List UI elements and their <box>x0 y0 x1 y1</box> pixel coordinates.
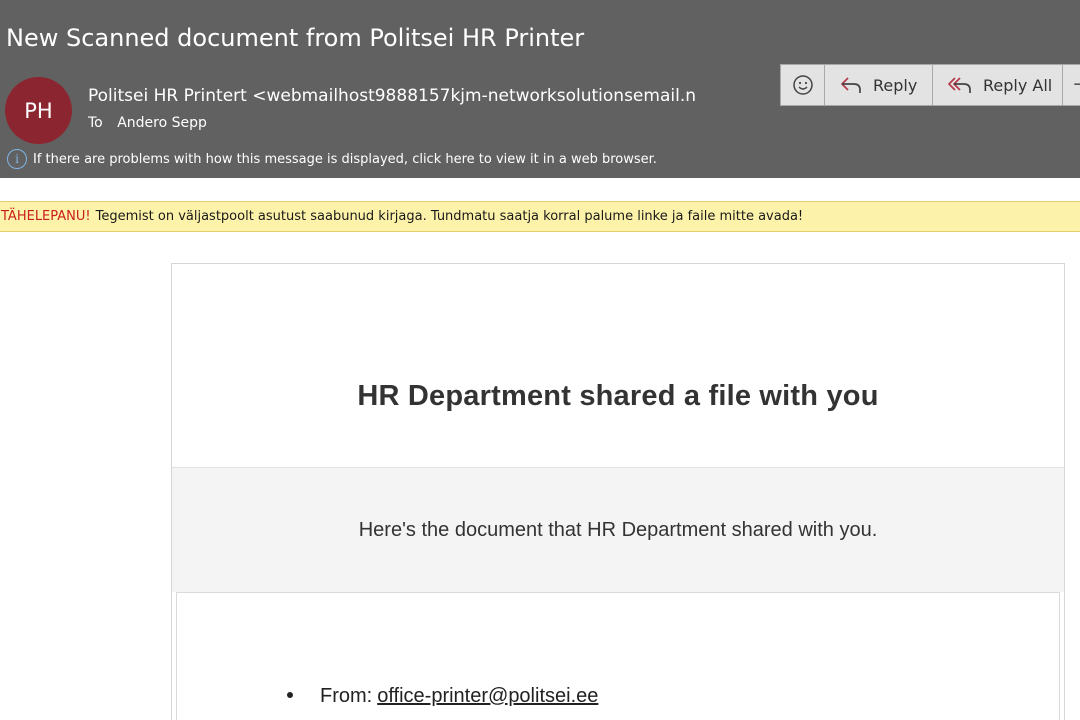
message-actions: Reply Reply All <box>780 64 1080 106</box>
reply-all-label: Reply All <box>983 75 1053 95</box>
avatar-initials: PH <box>24 98 53 123</box>
recipient-line: To Andero Sepp <box>88 115 207 131</box>
warning-label: TÄHELEPANU! <box>1 209 91 224</box>
list-item: From: office-printer@politsei.ee <box>287 685 598 717</box>
file-details-panel: From: office-printer@politsei.ee <box>176 592 1060 720</box>
message-header: New Scanned document from Politsei HR Pr… <box>0 0 1080 178</box>
to-label: To <box>88 115 103 131</box>
reply-all-arrow-icon <box>948 77 971 93</box>
warning-text: Tegemist on väljastpoolt asutust saabunu… <box>95 209 804 224</box>
reply-all-button[interactable]: Reply All <box>932 64 1062 106</box>
display-problem-notice[interactable]: i If there are problems with how this me… <box>7 149 657 169</box>
emoji-reaction-button[interactable] <box>780 64 824 106</box>
reply-label: Reply <box>873 75 918 95</box>
info-icon: i <box>7 149 27 169</box>
reply-arrow-icon <box>841 77 861 93</box>
share-title: HR Department shared a file with you <box>357 380 879 412</box>
forward-arrow-icon <box>1074 83 1080 85</box>
sender-avatar[interactable]: PH <box>5 77 72 144</box>
recipient-name[interactable]: Andero Sepp <box>117 115 207 131</box>
file-details-list: From: office-printer@politsei.ee <box>287 685 598 717</box>
card-subheader: Here's the document that HR Department s… <box>172 468 1064 592</box>
email-body-card: HR Department shared a file with you Her… <box>171 263 1065 720</box>
sender-address[interactable]: Politsei HR Printert <webmailhost9888157… <box>88 86 740 106</box>
display-problem-text: If there are problems with how this mess… <box>33 151 657 167</box>
message-subject: New Scanned document from Politsei HR Pr… <box>6 24 585 52</box>
card-header: HR Department shared a file with you <box>172 264 1064 468</box>
bullet-icon <box>287 692 293 698</box>
smiley-icon <box>792 75 813 95</box>
share-subtitle: Here's the document that HR Department s… <box>358 518 878 541</box>
forward-button-partial[interactable] <box>1062 64 1080 106</box>
external-sender-warning: TÄHELEPANU! Tegemist on väljastpoolt asu… <box>0 201 1080 232</box>
reply-button[interactable]: Reply <box>824 64 932 106</box>
from-label: From: <box>320 685 373 707</box>
from-email-link[interactable]: office-printer@politsei.ee <box>377 685 598 708</box>
